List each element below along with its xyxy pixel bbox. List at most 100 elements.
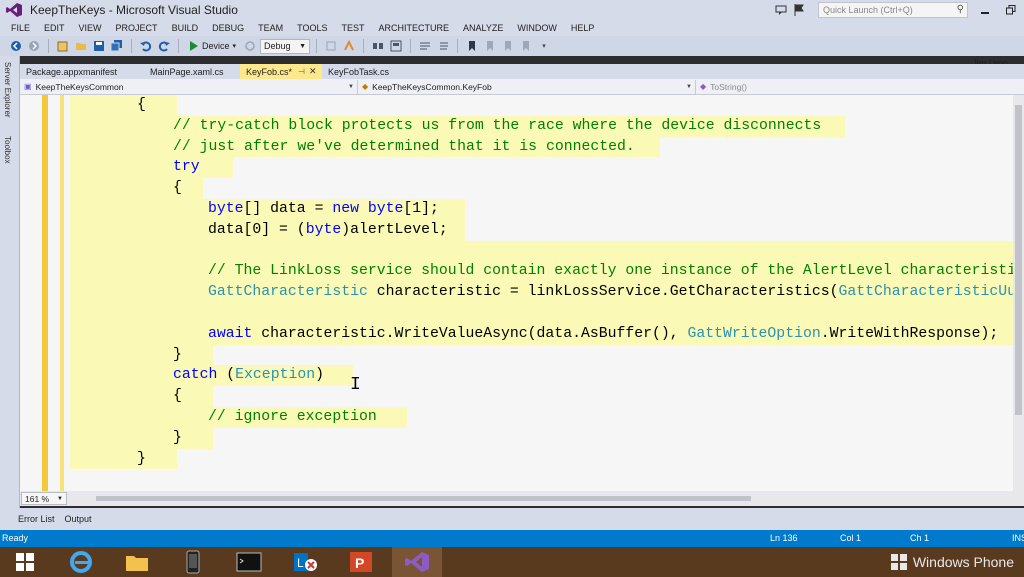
pin-icon[interactable]: ⊣ [298, 67, 305, 76]
code-line: } [173, 346, 182, 363]
minimize-button[interactable] [972, 0, 998, 20]
member-dropdown[interactable]: ◆ ToString() [696, 80, 1016, 94]
phone-icon [186, 550, 200, 574]
zoom-level-select[interactable]: 161 % ▼ [21, 492, 67, 505]
standard-toolbar: Device ▾ Debug ▼ ▾ [0, 36, 1024, 56]
command-prompt-taskbar-button[interactable] [224, 547, 274, 577]
feedback-flag-icon[interactable] [790, 1, 808, 19]
start-debugging-button[interactable]: Device ▾ [185, 41, 240, 51]
tab-mainpage-xaml-cs[interactable]: MainPage.xaml.cs [130, 64, 240, 79]
selection-highlight [70, 157, 233, 179]
menu-debug[interactable]: DEBUG [205, 23, 251, 33]
powerpoint-taskbar-button[interactable]: P [336, 547, 386, 577]
visual-studio-taskbar-button[interactable] [392, 547, 442, 577]
code-line: { [137, 97, 146, 113]
selection-highlight [70, 386, 213, 407]
clear-bookmarks-icon[interactable] [518, 38, 534, 54]
chevron-down-icon: ▼ [348, 83, 354, 90]
menu-team[interactable]: TEAM [251, 23, 290, 33]
save-all-icon[interactable] [109, 38, 125, 54]
back-navigate-icon[interactable] [8, 38, 24, 54]
quick-launch-input[interactable]: Quick Launch (Ctrl+Q) ⚲ [818, 2, 968, 18]
tab-label: KeyFob.cs* [246, 66, 293, 77]
tab-keyfob-cs[interactable]: KeyFob.cs* ⊣ ✕ [240, 64, 322, 79]
code-line: data[0] = (byte)alertLevel; [208, 221, 448, 238]
menu-tools[interactable]: TOOLS [290, 23, 334, 33]
menu-view[interactable]: VIEW [72, 23, 109, 33]
menu-project[interactable]: PROJECT [109, 23, 165, 33]
project-dropdown[interactable]: ▣ KeepTheKeysCommon ▼ [20, 79, 358, 94]
code-line: catch (Exception) [173, 367, 324, 384]
code-line: { [173, 180, 182, 197]
next-bookmark-icon[interactable] [500, 38, 516, 54]
toolbar-options-icon[interactable]: ▾ [536, 38, 552, 54]
toolbox-tab[interactable]: Toolbox [3, 136, 12, 164]
powerpoint-icon: P [350, 552, 372, 572]
visual-studio-logo-icon [4, 0, 24, 20]
tab-keyfobtask-cs[interactable]: KeyFobTask.cs [322, 64, 412, 79]
server-explorer-tab[interactable]: Server Explorer [3, 62, 12, 118]
file-explorer-taskbar-button[interactable] [112, 547, 162, 577]
chevron-down-icon: ▼ [686, 83, 692, 90]
open-file-icon[interactable] [73, 38, 89, 54]
tab-package-appxmanifest[interactable]: Package.appxmanifest [20, 64, 130, 79]
text-cursor-icon: I [350, 375, 361, 395]
solution-explorer-icon[interactable] [341, 38, 357, 54]
restore-button[interactable] [998, 0, 1024, 20]
vertical-scroll-thumb[interactable] [1015, 105, 1022, 415]
start-button[interactable] [0, 547, 50, 577]
menu-file[interactable]: FILE [4, 23, 37, 33]
status-bar: Ready Ln 136 Col 1 Ch 1 INS [0, 530, 1024, 547]
windows-phone-label: Windows Phone [912, 554, 1014, 570]
forward-navigate-icon[interactable] [26, 38, 42, 54]
code-line: } [173, 429, 182, 446]
object-browser-icon[interactable] [388, 38, 404, 54]
menu-help[interactable]: HELP [564, 23, 602, 33]
menu-build[interactable]: BUILD [165, 23, 206, 33]
menu-analyze[interactable]: ANALYZE [456, 23, 510, 33]
menu-edit[interactable]: EDIT [37, 23, 72, 33]
toolbar-separator [316, 39, 318, 53]
menu-test[interactable]: TEST [334, 23, 371, 33]
command-prompt-icon [236, 552, 262, 572]
type-dropdown[interactable]: ◆ KeepTheKeysCommon.KeyFob ▼ [358, 79, 696, 94]
windows-logo-icon [890, 554, 907, 570]
refresh-icon[interactable] [242, 38, 258, 54]
close-icon[interactable]: ✕ [309, 66, 317, 77]
chevron-down-icon: ▼ [299, 42, 307, 50]
uncomment-lines-icon[interactable] [435, 38, 451, 54]
redo-icon[interactable] [156, 38, 172, 54]
toolbar-separator [48, 39, 49, 53]
tab-error-list[interactable]: Error List [18, 514, 55, 524]
bookmark-icon[interactable] [464, 38, 480, 54]
class-view-icon[interactable] [370, 38, 386, 54]
undo-icon[interactable] [138, 38, 154, 54]
solution-configuration-select[interactable]: Debug ▼ [260, 38, 311, 54]
svg-text:P: P [355, 555, 364, 571]
comment-lines-icon[interactable] [417, 38, 433, 54]
find-in-files-icon[interactable] [323, 38, 339, 54]
search-icon: ⚲ [956, 4, 964, 15]
method-icon: ◆ [700, 82, 707, 91]
selection-highlight [70, 427, 213, 449]
save-icon[interactable] [91, 38, 107, 54]
code-editor[interactable]: { // try-catch block protects us from th… [20, 95, 1024, 491]
code-line: } [137, 450, 146, 467]
vertical-scrollbar[interactable] [1013, 95, 1024, 491]
editor-bottom-bar: 161 % ▼ [20, 491, 1024, 506]
previous-bookmark-icon[interactable] [482, 38, 498, 54]
menu-window[interactable]: WINDOW [510, 23, 564, 33]
menu-bar: FILE EDIT VIEW PROJECT BUILD DEBUG TEAM … [0, 20, 1024, 36]
member-value: ToString() [710, 81, 747, 92]
code-line: try [173, 159, 200, 176]
run-target-label: Device [202, 41, 230, 51]
new-project-icon[interactable] [55, 38, 71, 54]
menu-architecture[interactable]: ARCHITECTURE [371, 23, 456, 33]
tab-output[interactable]: Output [65, 514, 92, 524]
horizontal-scroll-thumb[interactable] [96, 496, 751, 501]
internet-explorer-taskbar-button[interactable] [56, 547, 106, 577]
notifications-icon[interactable] [772, 1, 790, 19]
document-tabs: Package.appxmanifest MainPage.xaml.cs Ke… [20, 64, 1024, 79]
phone-emulator-taskbar-button[interactable] [168, 547, 218, 577]
lync-taskbar-button[interactable]: L [280, 547, 330, 577]
